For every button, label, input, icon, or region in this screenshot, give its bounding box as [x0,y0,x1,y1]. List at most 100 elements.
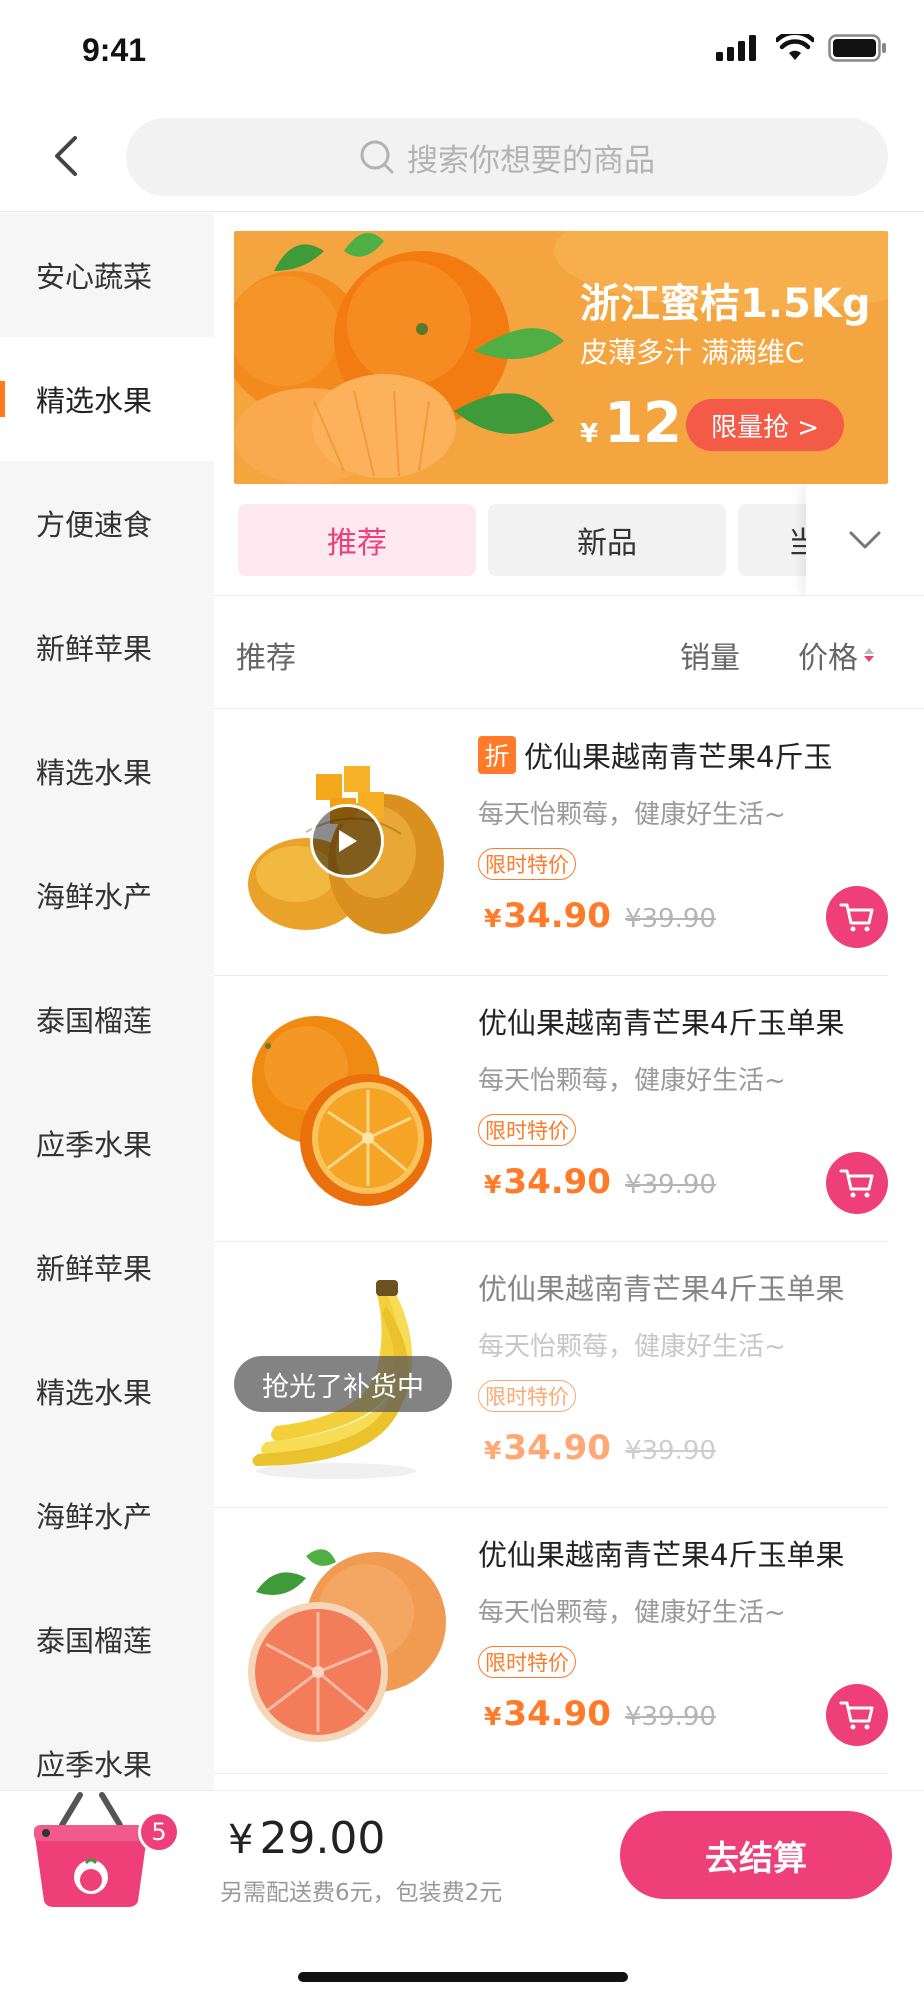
sidebar-item[interactable]: 方便速食 [0,461,214,585]
sidebar-item[interactable]: 新鲜苹果 [0,585,214,709]
product-name-text: 优仙果越南青芒果4斤玉 [524,740,833,774]
tabs-expand-button[interactable] [806,484,924,595]
product-name: 优仙果越南青芒果4斤玉单果 [478,1006,845,1040]
product-card[interactable]: 优仙果越南青芒果4斤玉单果 每天怡颗莓，健康好生活~ 限时特价 ¥ 34.90 … [214,1508,888,1774]
price-row: ¥ 34.90 ¥39.90 [484,1694,716,1734]
search-icon [360,140,394,174]
banner-price-value: 12 [604,391,683,456]
price-symbol: ¥ [484,1436,502,1465]
sidebar-item[interactable]: 应季水果 [0,1701,214,1790]
current-price: ¥ 34.90 [484,896,611,936]
tangerine-image [234,233,564,484]
product-desc: 每天怡颗莓，健康好生活~ [478,1066,786,1096]
category-sidebar: 安心蔬菜 精选水果 方便速食 新鲜苹果 精选水果 海鲜水产 泰国榴莲 应季水果 … [0,213,214,1790]
product-name: 优仙果越南青芒果4斤玉单果 [478,1272,845,1306]
sidebar-item-label: 精选水果 [36,756,153,790]
sidebar-item[interactable]: 应季水果 [0,1081,214,1205]
orange-image [252,1016,432,1206]
sidebar-item[interactable]: 海鲜水产 [0,1453,214,1577]
sidebar-item-label: 应季水果 [36,1128,153,1162]
total-price-value: 29.00 [259,1813,386,1864]
home-indicator [298,1972,628,1982]
sidebar-item[interactable]: 泰国榴莲 [0,957,214,1081]
original-price: ¥39.90 [624,1436,716,1466]
search-placeholder: 搜索你想要的商品 [407,142,655,179]
sidebar-item-label: 新鲜苹果 [36,1252,153,1286]
sidebar-item[interactable]: 安心蔬菜 [0,213,214,337]
sidebar-item[interactable]: 精选水果 [0,1329,214,1453]
banner-price: ¥ 12 [580,391,682,456]
sold-out-label: 抢光了补货中 [234,1356,452,1412]
sidebar-item-label: 方便速食 [36,508,153,542]
original-price: ¥39.90 [624,904,716,934]
sidebar-item-active[interactable]: 精选水果 [0,337,214,461]
wifi-icon [776,34,814,60]
banner-subtitle: 皮薄多汁 满满维C [580,336,805,369]
status-time: 9:41 [82,32,147,68]
play-video-button[interactable] [310,804,384,878]
product-desc: 每天怡颗莓，健康好生活~ [478,1598,786,1628]
checkout-bar: 5 ¥ 29.00 另需配送费6元，包装费2元 去结算 [0,1790,924,1920]
banner-buy-button[interactable]: 限量抢 > [686,399,844,451]
sidebar-item-label: 安心蔬菜 [36,260,153,294]
chevron-left-icon [55,136,77,176]
product-desc: 每天怡颗莓，健康好生活~ [478,800,786,830]
search-input[interactable]: 搜索你想要的商品 [126,118,888,196]
price-symbol: ¥ [484,1170,502,1199]
basket-icon [34,1792,148,1907]
promo-tag: 限时特价 [478,1380,576,1412]
shopping-basket-button[interactable] [28,1785,154,1909]
sidebar-item-label: 泰国榴莲 [36,1624,153,1658]
price-row: ¥ 34.90 ¥39.90 [484,896,716,936]
product-name: 折 优仙果越南青芒果4斤玉 [478,734,898,776]
add-to-cart-button[interactable] [826,1684,888,1746]
add-to-cart-button[interactable] [826,886,888,948]
status-bar: 9:41 [0,0,924,100]
sort-arrows-icon [864,648,874,662]
price-value: 34.90 [503,896,611,936]
back-button[interactable] [40,130,92,182]
price-row: ¥ 34.90 ¥39.90 [484,1162,716,1202]
original-price: ¥39.90 [624,1702,716,1732]
sort-sales[interactable]: 销量 [680,633,740,677]
checkout-button[interactable]: 去结算 [620,1811,892,1899]
banner-title: 浙江蜜桔1.5Kg [580,281,871,327]
cart-icon [839,1169,874,1198]
tab-new[interactable]: 新品 [488,504,726,576]
sidebar-item-label: 泰国榴莲 [36,1004,153,1038]
sidebar-item[interactable]: 精选水果 [0,709,214,833]
sidebar-item-label: 新鲜苹果 [36,632,153,666]
current-price: ¥ 34.90 [484,1428,611,1468]
battery-icon [828,34,886,62]
add-to-cart-button[interactable] [826,1152,888,1214]
promo-banner[interactable]: 浙江蜜桔1.5Kg 皮薄多汁 满满维C ¥ 12 限量抢 > [234,231,888,484]
product-card-sold-out[interactable]: 抢光了补货中 优仙果越南青芒果4斤玉单果 每天怡颗莓，健康好生活~ 限时特价 ¥… [214,1242,888,1508]
promo-tag: 限时特价 [478,1114,576,1146]
original-price: ¥39.90 [624,1170,716,1200]
product-card[interactable]: 优仙果越南青芒果4斤玉单果 每天怡颗莓，健康好生活~ 限时特价 ¥ 34.90 … [214,976,888,1242]
header: 搜索你想要的商品 [0,100,924,212]
sort-price[interactable]: 价格 [798,633,874,677]
product-list: 折 优仙果越南青芒果4斤玉 每天怡颗莓，健康好生活~ 限时特价 ¥ 34.90 … [214,710,924,1774]
price-value: 34.90 [503,1162,611,1202]
cart-icon [839,1701,874,1730]
total-price: ¥ 29.00 [228,1813,385,1864]
tab-recommend[interactable]: 推荐 [238,504,476,576]
cart-count-badge: 5 [138,1811,180,1853]
sidebar-item-label: 精选水果 [36,384,153,418]
sort-bar: 推荐 销量 价格 [214,597,924,709]
sort-recommend[interactable]: 推荐 [236,633,296,677]
sidebar-item-label: 精选水果 [36,1376,153,1410]
product-card[interactable]: 折 优仙果越南青芒果4斤玉 每天怡颗莓，健康好生活~ 限时特价 ¥ 34.90 … [214,710,888,976]
filter-tabs: 推荐 新品 当 [214,484,924,596]
status-icons [716,34,888,62]
current-price: ¥ 34.90 [484,1694,611,1734]
discount-badge: 折 [478,736,516,774]
play-icon [339,830,357,852]
sidebar-item[interactable]: 新鲜苹果 [0,1205,214,1329]
sidebar-item[interactable]: 泰国榴莲 [0,1577,214,1701]
grapefruit-image [248,1549,446,1742]
sidebar-item[interactable]: 海鲜水产 [0,833,214,957]
price-value: 34.90 [503,1428,611,1468]
cellular-signal-icon [716,35,756,61]
